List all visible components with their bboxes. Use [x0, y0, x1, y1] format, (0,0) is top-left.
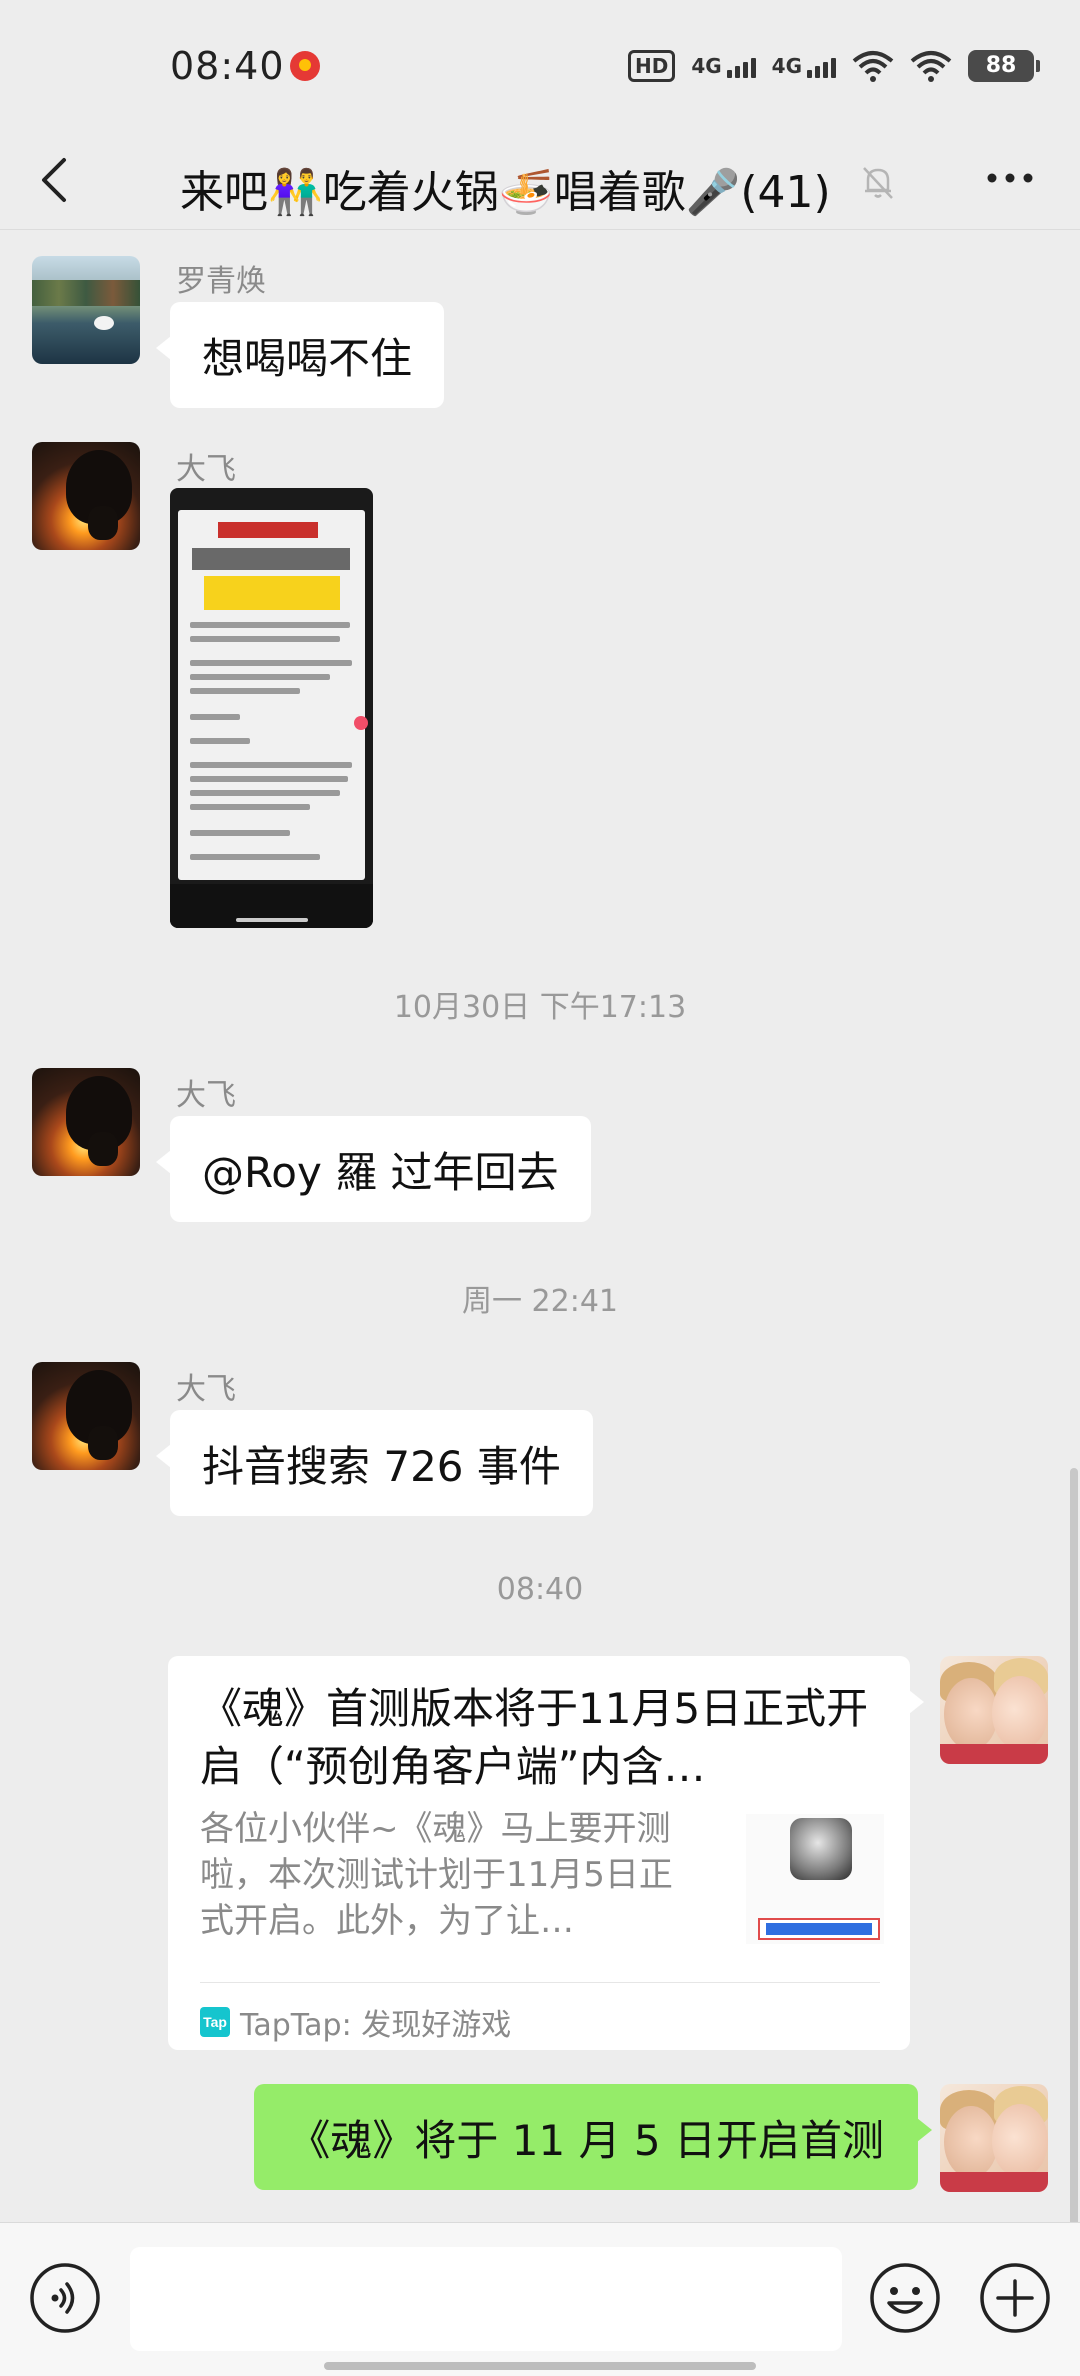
- link-card[interactable]: 《魂》首测版本将于11月5日正式开启（“预创角客户端”内含… 各位小伙伴~《魂》…: [168, 1656, 924, 2050]
- message-text: 《魂》将于 11 月 5 日开启首测: [288, 2115, 884, 2165]
- status-bar: 08:40 HD 4G 4G 88: [0, 0, 1080, 130]
- app-notification-icon: [290, 51, 320, 81]
- signal-4g-icon: 4G: [691, 54, 756, 78]
- card-description: 各位小伙伴~《魂》马上要开测啦，本次测试计划于11月5日正式开启。此外，为了让…: [200, 1809, 673, 1941]
- card-source: Tap TapTap: 发现好游戏: [200, 2000, 511, 2044]
- network-label: 4G: [691, 54, 722, 78]
- battery-icon: 88: [968, 50, 1040, 82]
- signal-4g-icon-2: 4G: [772, 54, 836, 78]
- divider: [200, 1982, 880, 1983]
- sender-name: 大飞: [176, 1372, 236, 1407]
- input-bar: [0, 2222, 1080, 2376]
- message-text: 抖音搜索 726 事件: [202, 1441, 561, 1491]
- timestamp: 周一 22:41: [462, 1284, 618, 1319]
- game-logo-icon: [790, 1818, 852, 1880]
- my-avatar[interactable]: [940, 1656, 1048, 1764]
- back-arrow-icon[interactable]: [30, 152, 86, 208]
- avatar[interactable]: [32, 442, 140, 550]
- scrollbar[interactable]: [1070, 1468, 1078, 2228]
- timestamp: 08:40: [496, 1572, 584, 1607]
- avatar[interactable]: [32, 1362, 140, 1470]
- card-source-label: TapTap: 发现好游戏: [240, 2008, 512, 2043]
- card-title: 《魂》首测版本将于11月5日正式开启（“预创角客户端”内含…: [200, 1684, 869, 1791]
- voice-icon[interactable]: [28, 2261, 102, 2335]
- avatar[interactable]: [32, 1068, 140, 1176]
- chat-header: 来吧👫吃着火锅🍜唱着歌🎤(41): [0, 130, 1080, 230]
- status-time: 08:40: [170, 44, 285, 88]
- taptap-icon: Tap: [200, 2007, 230, 2037]
- card-thumbnail: [746, 1814, 884, 1944]
- more-icon[interactable]: [980, 158, 1040, 198]
- message-input[interactable]: [130, 2247, 842, 2351]
- message-bubble[interactable]: 抖音搜索 726 事件: [156, 1410, 593, 1516]
- message-text: 想喝喝不住: [202, 333, 413, 383]
- home-indicator[interactable]: [324, 2362, 756, 2370]
- timestamp: 10月30日 下午17:13: [393, 990, 687, 1025]
- network-label-2: 4G: [771, 54, 802, 78]
- plus-icon[interactable]: [978, 2261, 1052, 2335]
- message-text: @Roy 羅 过年回去: [202, 1147, 559, 1197]
- chat-title: 来吧👫吃着火锅🍜唱着歌🎤(41): [180, 167, 831, 218]
- sender-name: 大飞: [176, 1078, 236, 1113]
- my-avatar[interactable]: [940, 2084, 1048, 2192]
- image-message[interactable]: [170, 488, 373, 928]
- message-bubble[interactable]: 想喝喝不住: [155, 302, 445, 408]
- wifi-icon-2: [910, 51, 952, 82]
- sender-name: 大飞: [176, 452, 236, 487]
- emoji-icon[interactable]: [868, 2261, 942, 2335]
- mute-bell-icon: [863, 167, 893, 199]
- status-icons: HD 4G 4G 88: [627, 46, 1040, 86]
- message-bubble[interactable]: @Roy 羅 过年回去: [156, 1116, 591, 1222]
- sender-name: 罗青焕: [176, 264, 266, 299]
- thumbnail-button-graphic: [758, 1918, 880, 1940]
- wifi-icon: [852, 51, 894, 82]
- avatar[interactable]: [32, 256, 140, 364]
- hd-icon: HD: [627, 50, 676, 82]
- message-bubble-own[interactable]: 《魂》将于 11 月 5 日开启首测: [254, 2084, 932, 2190]
